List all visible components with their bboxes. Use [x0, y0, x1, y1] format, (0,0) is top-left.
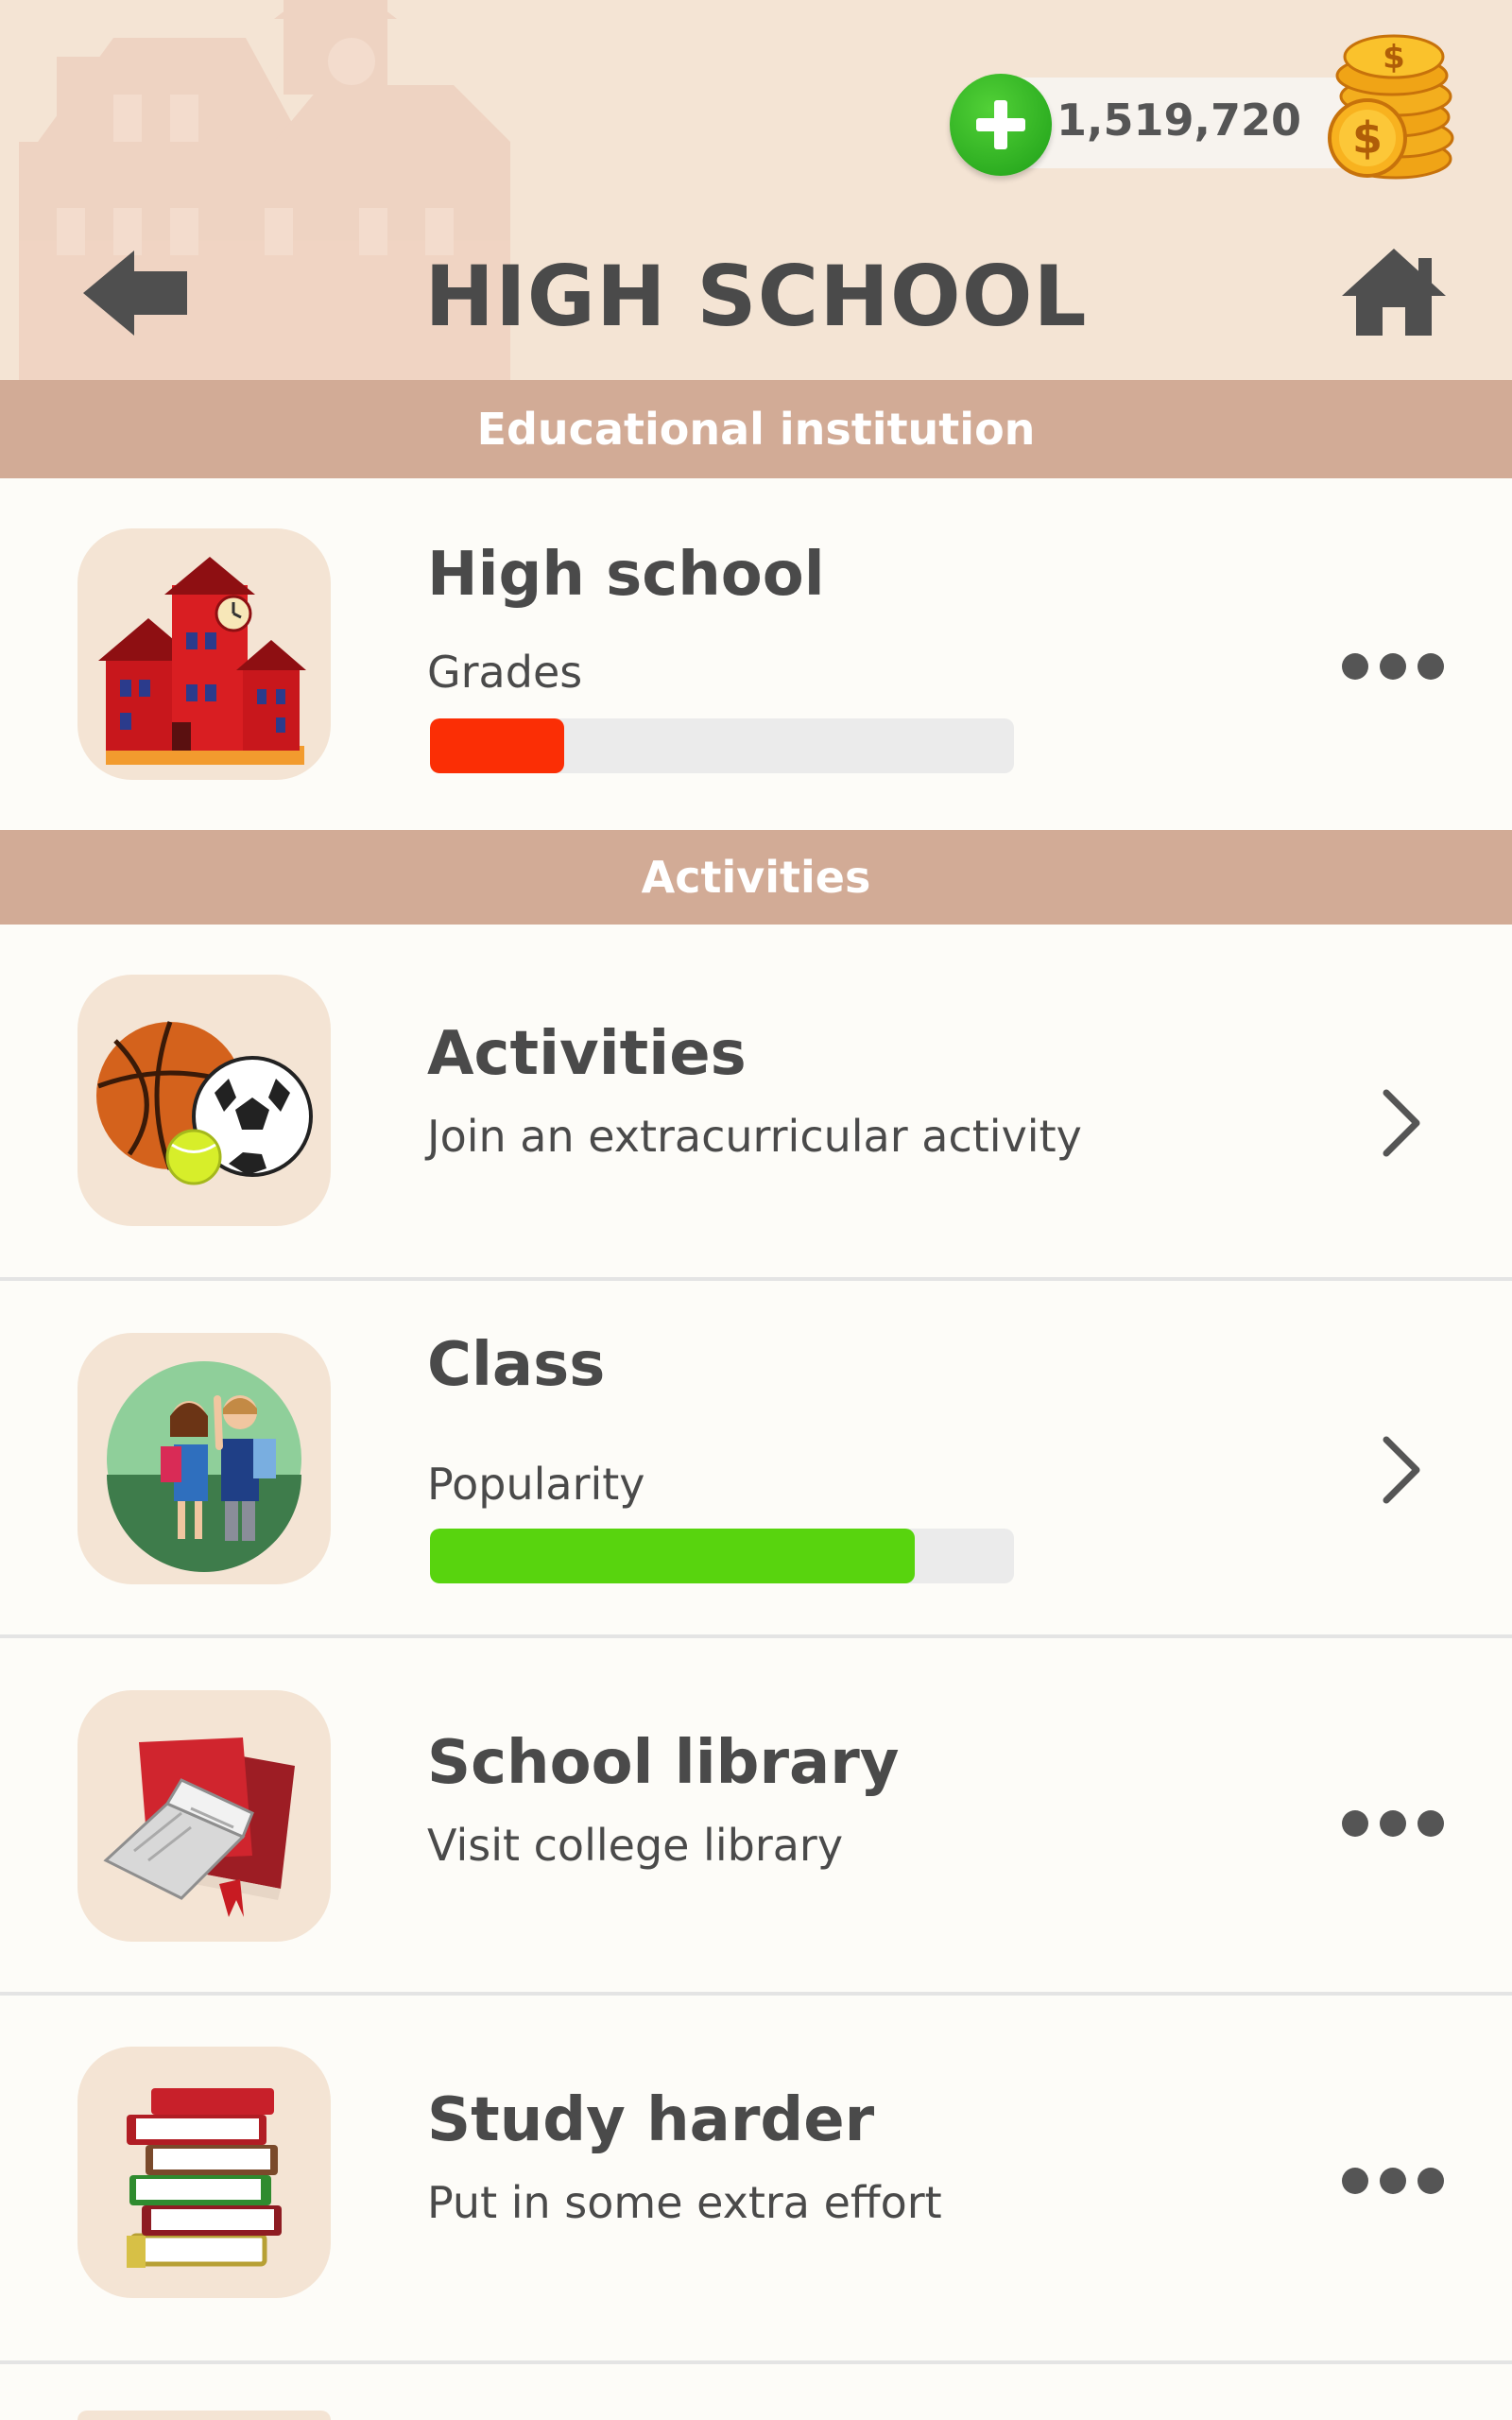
svg-text:$: $ [1352, 112, 1383, 164]
row-study-harder[interactable]: Study harder Put in some extra effort [0, 1996, 1512, 2364]
row-title: High school [427, 540, 825, 610]
row-subtitle: Join an extracurricular activity [427, 1111, 1082, 1162]
books-icon [77, 1690, 331, 1942]
row-subtitle: Popularity [427, 1459, 645, 1510]
row-title: Study harder [427, 2085, 875, 2155]
row-class[interactable]: Class Popularity [0, 1281, 1512, 1638]
home-icon[interactable] [1337, 241, 1451, 345]
grades-progress-fill [430, 718, 565, 773]
students-icon [77, 1333, 331, 1584]
chevron-right-icon[interactable] [1375, 1085, 1432, 1161]
row-subtitle: Grades [427, 647, 583, 698]
more-options-icon[interactable] [1337, 1810, 1446, 1839]
next-row-tile-partial [77, 2411, 331, 2420]
coin-balance: 1,519,720 [1057, 95, 1301, 146]
row-title: Activities [427, 1019, 747, 1089]
sports-balls-icon [77, 975, 331, 1226]
grades-progress-bar [430, 718, 1014, 773]
more-options-icon[interactable] [1337, 2168, 1446, 2196]
page-title: HIGH SCHOOL [424, 248, 1088, 345]
section-header-educational-institution: Educational institution [0, 380, 1512, 478]
chevron-right-icon[interactable] [1375, 1432, 1432, 1508]
divider [0, 2360, 1512, 2364]
row-subtitle: Visit college library [427, 1820, 844, 1871]
more-options-icon[interactable] [1337, 653, 1446, 682]
school-building-icon [77, 528, 331, 780]
svg-text:$: $ [1383, 39, 1405, 77]
section-header-activities: Activities [0, 830, 1512, 925]
popularity-progress-bar [430, 1529, 1014, 1583]
book-stack-icon [77, 2047, 331, 2298]
row-title: School library [427, 1728, 900, 1798]
row-activities[interactable]: Activities Join an extracurricular activ… [0, 925, 1512, 1281]
row-title: Class [427, 1330, 606, 1400]
row-subtitle: Put in some extra effort [427, 2177, 942, 2228]
plus-icon[interactable] [950, 74, 1052, 176]
row-school-library[interactable]: School library Visit college library [0, 1638, 1512, 1996]
popularity-progress-fill [430, 1529, 915, 1583]
header: HIGH SCHOOL 1,519,720 $ $ [0, 0, 1512, 380]
coin-stack-icon: $ $ [1328, 34, 1454, 180]
row-high-school[interactable]: High school Grades [0, 478, 1512, 830]
